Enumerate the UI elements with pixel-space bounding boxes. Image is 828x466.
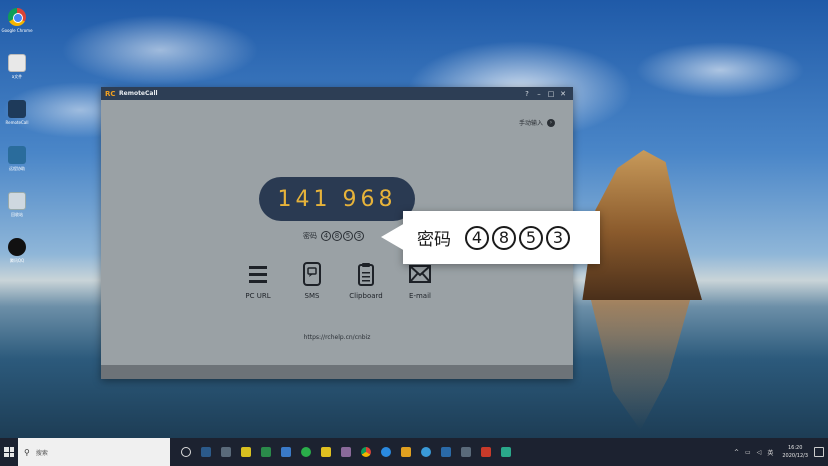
ime-icon[interactable]: 英 (767, 448, 773, 457)
sms-label: SMS (304, 292, 320, 300)
callout-password-digit: 4 (465, 225, 489, 250)
ie-icon[interactable] (381, 447, 391, 457)
clipboard-label: Clipboard (349, 292, 383, 300)
app-logo: RC (105, 89, 116, 98)
desktop-icons: Google Chrome a文件 RemoteCall 远程协助 回收站 腾讯… (1, 4, 33, 280)
wallpaper-reflection (591, 300, 690, 430)
remotecall-icon (8, 100, 26, 118)
password-digit: 3 (354, 231, 364, 241)
password-digit: 8 (332, 231, 342, 241)
taskbar-search-box[interactable]: ⚲ 搜索 (18, 438, 170, 466)
chrome-icon (8, 8, 26, 26)
app-icon[interactable] (401, 447, 411, 457)
pc-url-button[interactable]: PC URL (231, 262, 285, 300)
help-url[interactable]: https://rchelp.cn/cnbiz (101, 334, 573, 341)
search-icon: ⚲ (24, 447, 30, 457)
mail-icon (409, 265, 431, 283)
close-button[interactable]: ✕ (557, 90, 569, 98)
chevron-up-icon[interactable]: ^ (734, 449, 739, 456)
windows-logo-icon (4, 447, 14, 457)
desktop-icon-remotecall[interactable]: RemoteCall (4, 96, 30, 142)
remotecall-taskbar-icon[interactable] (461, 447, 471, 457)
maximize-button[interactable]: □ (545, 90, 557, 98)
password-zoom-callout: 密码 4 8 5 3 (403, 211, 600, 264)
search-placeholder: 搜索 (35, 449, 48, 457)
clock-time: 16:20 (787, 445, 803, 451)
system-tray: ^ ▭ ◁ 英 16:20 2020/12/3 (731, 438, 824, 466)
phone-message-icon (303, 262, 321, 286)
wechat-icon[interactable] (301, 447, 311, 457)
taskbar: ⚲ 搜索 ^ ▭ ◁ 英 16:20 2020/12/3 (0, 438, 828, 466)
app-icon[interactable] (321, 447, 331, 457)
desktop-icon-label: 腾讯QQ (9, 258, 25, 263)
taskbar-pinned-apps (176, 447, 516, 457)
desktop-icon-label: RemoteCall (5, 120, 29, 125)
password-label: 密码 (303, 232, 317, 240)
taskbar-clock[interactable]: 16:20 2020/12/3 (782, 444, 808, 460)
app-icon[interactable] (221, 447, 231, 457)
callout-password-digit: 8 (492, 225, 516, 250)
app-icon[interactable] (421, 447, 431, 457)
clipboard-button[interactable]: Clipboard (339, 262, 393, 300)
list-icon (249, 266, 267, 283)
window-title: RemoteCall (119, 90, 158, 97)
desktop-icon-recycle-bin[interactable]: 回收站 (4, 188, 30, 234)
start-button[interactable] (0, 438, 18, 466)
app-icon[interactable] (261, 447, 271, 457)
file-icon (8, 54, 26, 72)
desktop-icon-label: Google Chrome (1, 28, 33, 33)
chrome-taskbar-icon[interactable] (361, 447, 371, 457)
app-icon[interactable] (501, 447, 511, 457)
minimize-button[interactable]: – (533, 90, 545, 98)
connection-id-display: 141 968 (259, 177, 415, 221)
app-icon[interactable] (441, 447, 451, 457)
desktop-icon-folder[interactable]: a文件 (4, 50, 30, 96)
manual-input-label: 手动输入 (518, 120, 543, 127)
password-digit: 4 (321, 231, 331, 241)
volume-icon[interactable]: ◁ (757, 449, 762, 456)
desktop-icon-label: 回收站 (11, 212, 23, 217)
task-view-icon[interactable] (181, 447, 191, 457)
email-button[interactable]: E-mail (393, 262, 447, 300)
notification-icon[interactable] (814, 447, 824, 457)
window-footer (101, 365, 573, 379)
remote-icon (8, 146, 26, 164)
desktop-icon-chrome[interactable]: Google Chrome (1, 4, 33, 50)
app-icon[interactable] (341, 447, 351, 457)
callout-password-digit: 5 (519, 225, 543, 250)
recycle-bin-icon (8, 192, 26, 210)
password-row: 密码 4 8 5 3 (303, 231, 365, 241)
clock-date: 2020/12/3 (782, 453, 808, 459)
email-label: E-mail (409, 292, 431, 300)
sms-button[interactable]: SMS (285, 262, 339, 300)
pdf-icon[interactable] (481, 447, 491, 457)
help-button[interactable]: ? (521, 90, 533, 98)
app-icon[interactable] (241, 447, 251, 457)
callout-password-label: 密码 (417, 230, 451, 250)
arrow-right-icon: › (547, 118, 555, 127)
clipboard-icon (358, 263, 374, 286)
desktop-icon-label: a文件 (11, 74, 23, 79)
network-icon[interactable]: ▭ (745, 449, 751, 456)
app-icon[interactable] (281, 447, 291, 457)
desktop-icon-qq[interactable]: 腾讯QQ (4, 234, 30, 280)
desktop-icon-remote-app[interactable]: 远程协助 (4, 142, 30, 188)
desktop-icon-label: 远程协助 (9, 166, 25, 171)
manual-input-link[interactable]: 手动输入 › (519, 118, 555, 127)
qq-icon (8, 238, 26, 256)
password-digit: 5 (343, 231, 353, 241)
callout-password-digit: 3 (546, 225, 570, 250)
pc-url-label: PC URL (245, 292, 271, 300)
share-actions: PC URL SMS Clipboard E-mail (231, 262, 447, 300)
app-icon[interactable] (201, 447, 211, 457)
title-bar[interactable]: RC RemoteCall ? – □ ✕ (101, 87, 573, 100)
